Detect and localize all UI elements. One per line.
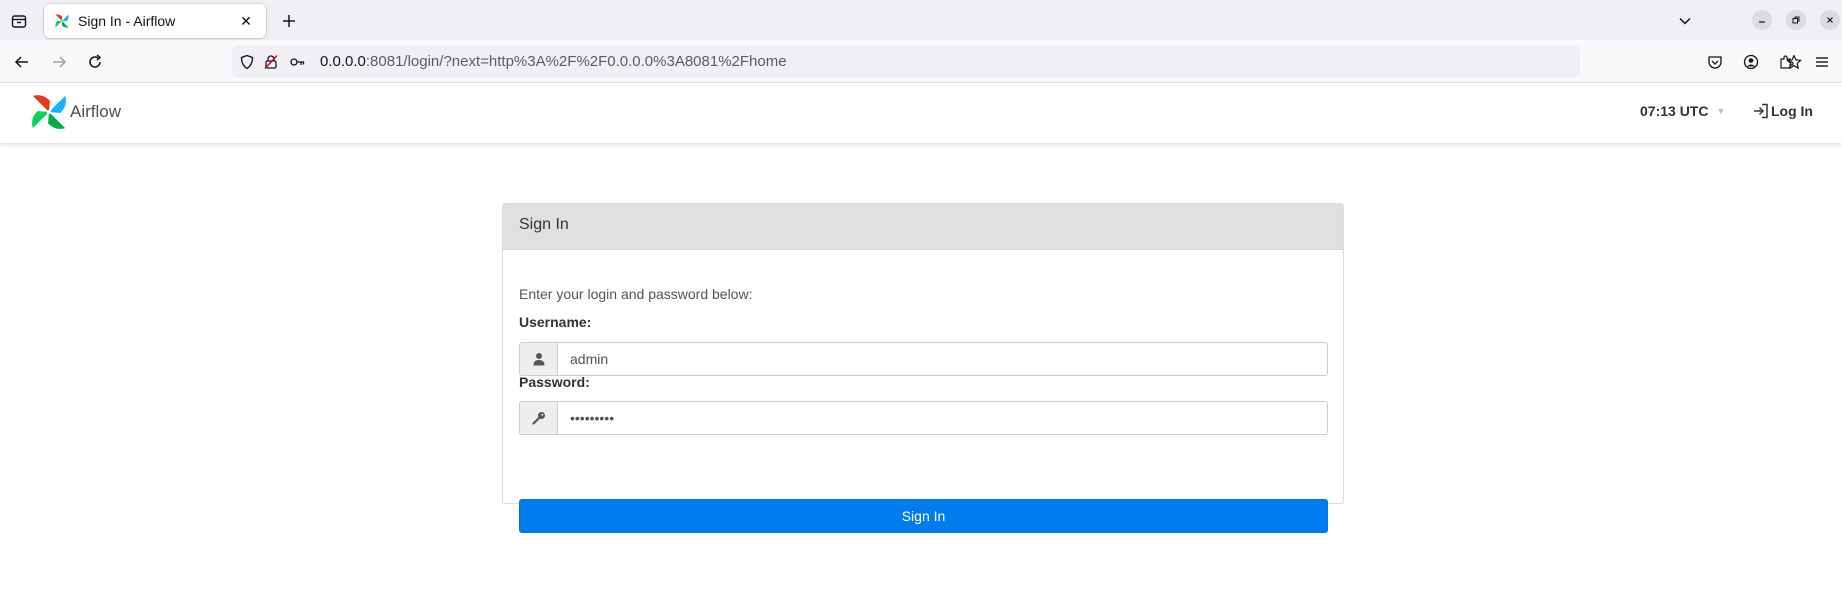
tab-list-icon[interactable] — [6, 8, 32, 34]
login-link[interactable]: Log In — [1752, 102, 1813, 120]
url-bar[interactable]: 0.0.0.0:8081/login/?next=http%3A%2F%2F0.… — [232, 45, 1802, 78]
sign-in-button[interactable]: Sign In — [519, 499, 1328, 533]
back-button[interactable] — [8, 48, 36, 76]
signin-panel-heading: Sign In — [503, 204, 1343, 250]
url-path: :8081/login/?next=http%3A%2F%2F0.0.0.0%3… — [365, 53, 787, 70]
brand-name: Airflow — [70, 102, 122, 121]
reload-button[interactable] — [81, 48, 109, 76]
hamburger-menu-icon[interactable] — [1808, 48, 1836, 76]
restore-window-button[interactable] — [1786, 10, 1806, 30]
signin-panel: Sign In Enter your login and password be… — [502, 203, 1344, 533]
forward-button[interactable] — [45, 48, 73, 76]
close-tab-icon[interactable]: ✕ — [236, 11, 256, 31]
back-arrow-icon — [14, 56, 28, 68]
browser-nav-bar: 0.0.0.0:8081/login/?next=http%3A%2F%2F0.… — [0, 40, 1842, 83]
airflow-logo-icon — [30, 93, 68, 131]
login-link-label: Log In — [1771, 103, 1813, 119]
minimize-window-button[interactable] — [1752, 10, 1772, 30]
password-input-group — [519, 401, 1328, 435]
restore-icon — [1792, 16, 1800, 24]
pocket-icon[interactable] — [1701, 48, 1729, 76]
caret-down-icon: ▼ — [1716, 106, 1726, 116]
list-all-tabs-button[interactable] — [1672, 8, 1698, 34]
airflow-brand-link[interactable]: Airflow — [30, 92, 121, 132]
signin-instructions: Enter your login and password below: — [519, 286, 753, 302]
password-label: Password: — [519, 374, 590, 390]
url-text[interactable]: 0.0.0.0:8081/login/?next=http%3A%2F%2F0.… — [320, 53, 787, 70]
minimize-icon — [1759, 21, 1765, 23]
account-icon[interactable] — [1737, 48, 1765, 76]
reload-icon — [89, 54, 102, 68]
username-input[interactable] — [558, 343, 1327, 375]
url-host: 0.0.0.0 — [320, 53, 366, 70]
password-input[interactable] — [558, 402, 1327, 434]
username-label: Username: — [519, 314, 592, 330]
close-window-button[interactable] — [1820, 10, 1840, 30]
forward-arrow-icon — [53, 56, 67, 68]
chevron-down-icon — [1679, 17, 1691, 25]
tab-title: Sign In - Airflow — [78, 13, 176, 29]
browser-tab-strip: Sign In - Airflow ✕ — [0, 0, 1842, 40]
airflow-navbar: Airflow 07:13 UTC ▼ Log In — [0, 83, 1842, 143]
clock-time: 07:13 UTC — [1640, 103, 1709, 119]
key-icon[interactable] — [288, 53, 306, 71]
username-input-group — [519, 342, 1328, 376]
sign-in-icon — [1752, 102, 1770, 120]
plus-icon — [283, 15, 295, 27]
close-icon — [1827, 17, 1833, 23]
new-tab-button[interactable] — [276, 8, 302, 34]
utc-clock-dropdown[interactable]: 07:13 UTC ▼ — [1640, 103, 1725, 119]
insecure-lock-icon[interactable] — [262, 53, 280, 71]
user-icon — [520, 343, 558, 375]
shield-icon[interactable] — [238, 53, 256, 71]
airflow-logo-icon — [54, 13, 70, 29]
browser-tab-active[interactable]: Sign In - Airflow ✕ — [44, 4, 266, 38]
key-icon — [520, 402, 558, 434]
extensions-icon[interactable] — [1772, 48, 1800, 76]
